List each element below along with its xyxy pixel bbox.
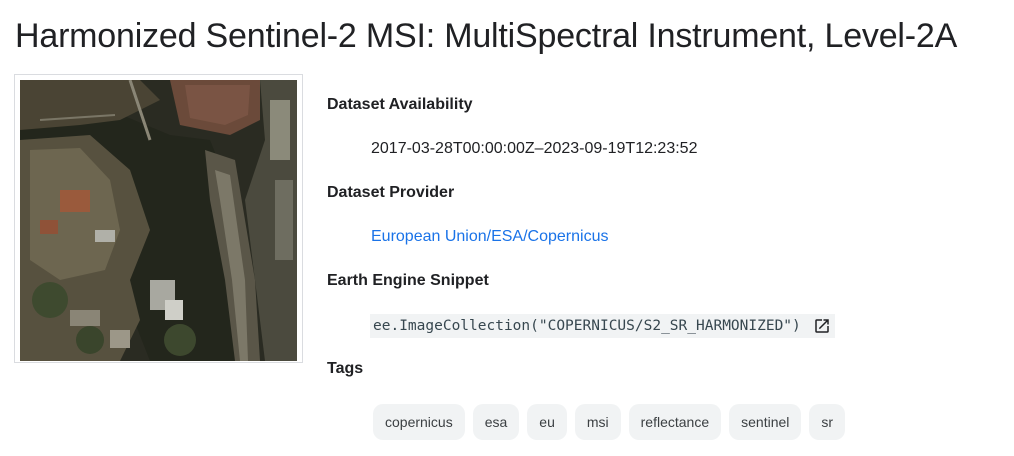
availability-label: Dataset Availability	[327, 96, 473, 113]
dataset-thumbnail	[14, 74, 303, 363]
provider-link[interactable]: European Union/ESA/Copernicus	[371, 227, 608, 247]
tag-chip[interactable]: copernicus	[373, 404, 465, 440]
dataset-page: Harmonized Sentinel-2 MSI: MultiSpectral…	[0, 0, 1014, 456]
snippet-box: ee.ImageCollection("COPERNICUS/S2_SR_HAR…	[370, 314, 835, 338]
snippet-label: Earth Engine Snippet	[327, 272, 489, 289]
availability-value: 2017-03-28T00:00:00Z–2023-09-19T12:23:52	[371, 140, 698, 157]
tag-chip[interactable]: esa	[472, 404, 520, 440]
open-in-new-icon[interactable]	[813, 317, 831, 335]
tag-list: copernicus esa eu msi reflectance sentin…	[373, 404, 846, 440]
satellite-thumbnail-image	[20, 80, 297, 361]
snippet-code[interactable]: ee.ImageCollection("COPERNICUS/S2_SR_HAR…	[373, 318, 801, 334]
tag-chip[interactable]: eu	[527, 404, 567, 440]
tag-chip[interactable]: sentinel	[729, 404, 802, 440]
tags-label: Tags	[327, 360, 364, 377]
tag-chip[interactable]: sr	[809, 404, 846, 440]
page-title: Harmonized Sentinel-2 MSI: MultiSpectral…	[15, 17, 958, 55]
tag-chip[interactable]: reflectance	[628, 404, 722, 440]
tag-chip[interactable]: msi	[574, 404, 621, 440]
provider-label: Dataset Provider	[327, 184, 455, 201]
